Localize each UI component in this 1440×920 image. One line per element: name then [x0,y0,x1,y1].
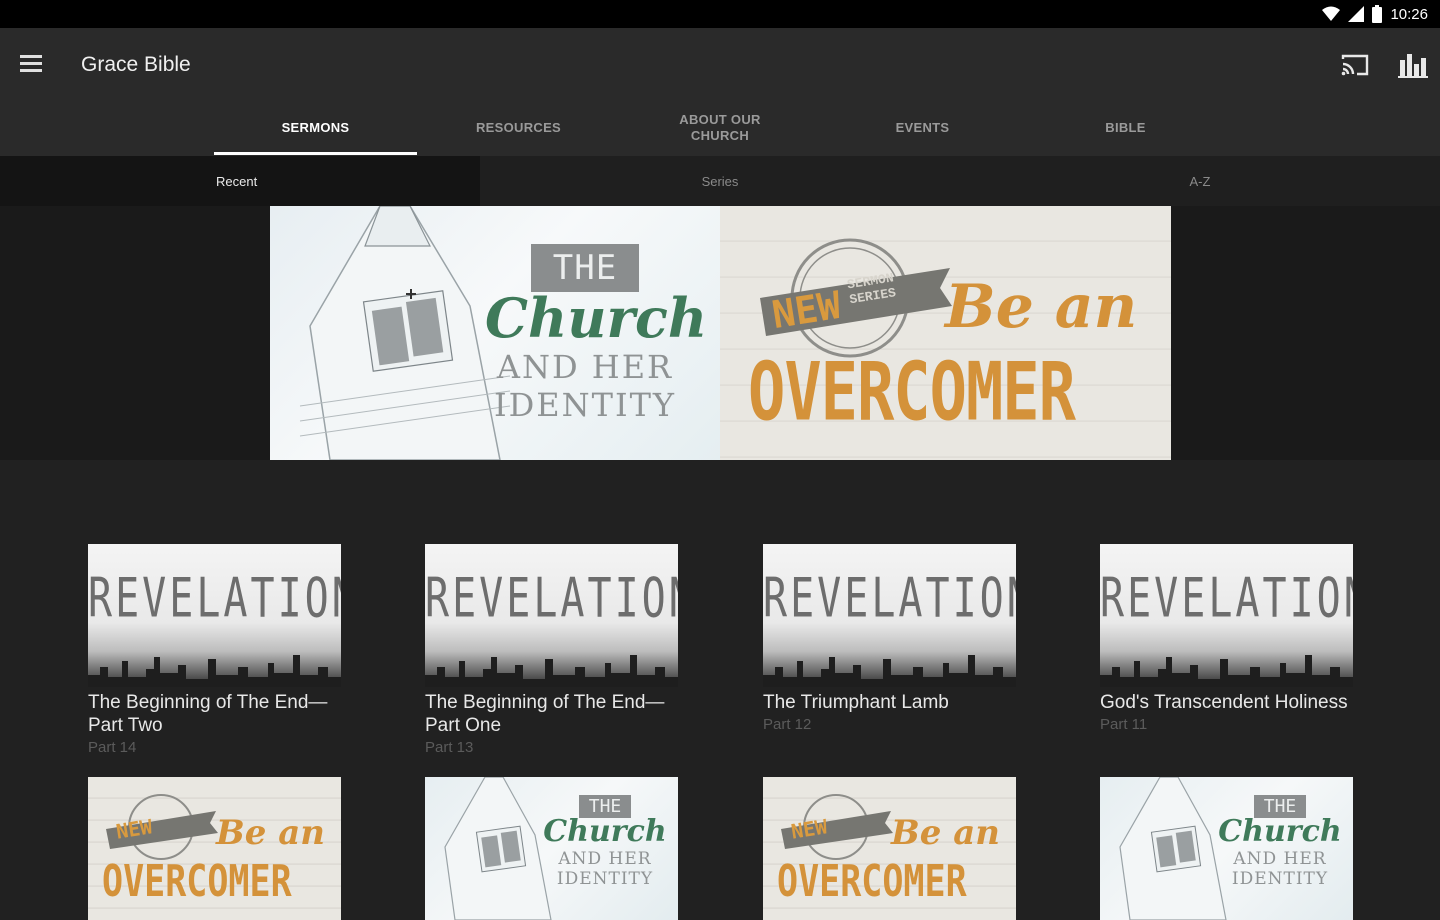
battery-icon [1372,5,1383,23]
sermon-thumbnail: REVELATION [1100,544,1353,687]
sermon-part: Part 13 [425,739,474,756]
app-title: Grace Bible [81,53,191,76]
sermon-thumbnail: REVELATION [425,544,678,687]
revelation-artwork-text: REVELATION [1100,568,1353,631]
hero-left-text: THE Church AND HER IDENTITY [485,244,708,424]
sermon-part: Part 14 [88,739,137,756]
church-artwork-text: THE Church AND HER IDENTITY [1218,795,1342,889]
main-tabs: SERMONS RESOURCES ABOUT OUR CHURCH EVENT… [0,100,1440,156]
overcomer-banner: NEW SERMON SERIES Be an OVERCOMER [720,206,1171,460]
cast-button[interactable] [1340,50,1370,80]
the-badge: THE [530,244,640,292]
sermon-part: Part 11 [1100,716,1148,733]
signal-icon [1348,6,1365,22]
be-an-script: Be an [945,272,1138,342]
sermon-part: Part 12 [763,716,812,733]
cast-icon [1341,54,1369,76]
stats-button[interactable] [1398,50,1428,80]
church-script: Church [1218,814,1342,849]
revelation-artwork-text: REVELATION [425,568,678,631]
sermon-thumbnail: REVELATION [763,544,1016,687]
sermon-thumbnail: THE Church AND HER IDENTITY [1100,777,1353,920]
sermon-thumbnail: NEW Be an OVERCOMER [763,777,1016,920]
sermon-thumbnail: THE Church AND HER IDENTITY [425,777,678,920]
identity-text: IDENTITY [556,869,654,889]
city-skyline-graphic [425,655,678,687]
sermon-card[interactable]: NEW Be an OVERCOMER [88,777,341,920]
app-bar: Grace Bible [0,28,1440,100]
sermon-card[interactable]: NEW Be an OVERCOMER [763,777,1016,920]
and-her-text: AND HER [1233,849,1327,869]
be-an-script: Be an [891,813,1000,853]
tab-events[interactable]: EVENTS [821,100,1024,156]
status-icons: 10:26 [1322,5,1428,23]
status-bar: 10:26 [0,0,1440,28]
bar-chart-icon [1398,54,1428,78]
sermon-card[interactable]: THE Church AND HER IDENTITY [425,777,678,920]
sermon-title: God's Transcendent Holiness [1100,692,1348,713]
church-identity-banner: THE Church AND HER IDENTITY [270,206,720,460]
tab-indicator [214,152,417,155]
sermon-title: The Triumphant Lamb [763,692,949,713]
and-her-text: AND HER [558,849,652,869]
city-skyline-graphic [763,655,1016,687]
sermon-card[interactable]: REVELATION The Beginning of The End—Part… [425,544,678,756]
and-her-text: AND HER [496,348,674,386]
sub-tabs: Recent Series A-Z [0,156,1440,206]
church-artwork-text: THE Church AND HER IDENTITY [543,795,667,889]
sermon-card[interactable]: REVELATION God's Transcendent Holiness P… [1100,544,1353,733]
sermon-title: The Beginning of The End—Part Two [88,692,328,736]
subtab-series[interactable]: Series [480,156,960,206]
identity-text: IDENTITY [493,386,677,424]
tab-sermons[interactable]: SERMONS [214,100,417,156]
tab-about-our-church[interactable]: ABOUT OUR CHURCH [620,100,820,156]
menu-button[interactable] [18,52,46,76]
church-script: Church [485,286,708,350]
sermon-title: The Beginning of The End—Part One [425,692,665,736]
revelation-artwork-text: REVELATION [88,568,341,631]
sermon-card[interactable]: REVELATION The Beginning of The End—Part… [88,544,341,756]
city-skyline-graphic [88,655,341,687]
tab-bible[interactable]: BIBLE [1024,100,1227,156]
wifi-icon [1322,6,1341,21]
city-skyline-graphic [1100,655,1353,687]
status-time: 10:26 [1390,5,1428,23]
revelation-artwork-text: REVELATION [763,568,1016,631]
hero-banner[interactable]: THE Church AND HER IDENTITY NEW SERMON S… [270,206,1171,460]
tab-resources[interactable]: RESOURCES [417,100,620,156]
subtab-recent[interactable]: Recent [0,156,480,206]
identity-text: IDENTITY [1231,869,1329,889]
overcomer-text: OVERCOMER [748,344,1076,439]
sermon-card[interactable]: REVELATION The Triumphant Lamb Part 12 [763,544,1016,733]
sermon-thumbnail: NEW Be an OVERCOMER [88,777,341,920]
menu-icon [20,55,42,72]
sermon-card[interactable]: THE Church AND HER IDENTITY [1100,777,1353,920]
church-script: Church [543,814,667,849]
be-an-script: Be an [216,813,325,853]
sermon-thumbnail: REVELATION [88,544,341,687]
subtab-a-z[interactable]: A-Z [960,156,1440,206]
